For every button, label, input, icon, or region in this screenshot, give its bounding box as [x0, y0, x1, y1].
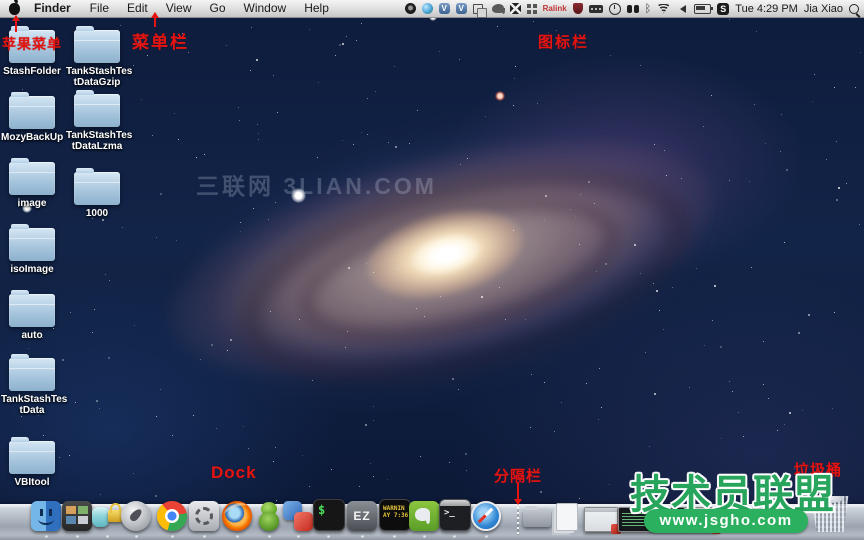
wifi-icon[interactable] — [657, 4, 670, 14]
webcam-icon[interactable] — [405, 3, 416, 14]
running-indicator — [360, 535, 365, 538]
folder-icon — [9, 294, 55, 327]
menu-bar: Finder File Edit View Go Window Help V V… — [0, 0, 864, 18]
binoculars-icon[interactable] — [627, 5, 632, 13]
shield-icon[interactable] — [573, 3, 583, 14]
dock-launchpad[interactable] — [121, 501, 151, 531]
dock-green-mascot-app[interactable] — [254, 501, 284, 531]
ralink-label[interactable]: Ralink — [543, 4, 567, 13]
running-indicator — [75, 535, 80, 538]
evernote-icon[interactable] — [492, 4, 504, 13]
dock-disk-lock-app[interactable] — [92, 501, 122, 531]
dock-chrome[interactable] — [157, 501, 187, 531]
desktop-folder-tankstashtestdata[interactable]: TankStashTes tData — [1, 358, 63, 416]
padlock-icon — [108, 510, 122, 522]
menu-view[interactable]: View — [157, 0, 201, 17]
annotation-arrow-down — [517, 482, 519, 504]
globe-icon[interactable] — [422, 3, 433, 14]
menu-help[interactable]: Help — [295, 0, 338, 17]
star-field — [0, 0, 864, 540]
folder-icon — [9, 358, 55, 391]
annotation-arrow-up — [15, 16, 17, 32]
dock-terminal[interactable]: >_ — [439, 499, 471, 531]
running-indicator — [202, 535, 207, 538]
dock-red-blue-app[interactable] — [283, 501, 313, 531]
battery-icon[interactable] — [694, 4, 711, 14]
volume-icon[interactable] — [676, 5, 686, 13]
dock-ez-app[interactable]: EZ — [347, 501, 377, 531]
dock-warning-terminal[interactable]: WARNIN AY 7:36 — [379, 499, 411, 531]
menu-window[interactable]: Window — [235, 0, 296, 17]
running-indicator — [422, 535, 427, 538]
desktop-folder-tankstashtestdatagzip[interactable]: TankStashTes tDataGzip — [66, 30, 128, 88]
folder-icon — [9, 96, 55, 129]
red-square — [294, 512, 313, 531]
running-indicator — [44, 535, 49, 538]
annotation-menu-bar: 菜单栏 — [132, 28, 189, 53]
keyboard-icon[interactable] — [589, 5, 603, 13]
dock-firefox[interactable] — [222, 501, 252, 531]
galaxy-wallpaper — [0, 0, 864, 540]
folder-icon — [9, 162, 55, 195]
folder-icon — [9, 441, 55, 474]
menu-clock[interactable]: Tue 4:29 PM — [735, 3, 798, 15]
running-indicator — [134, 535, 139, 538]
dock-minimized-window-1[interactable] — [584, 507, 618, 532]
annotation-arrow-up — [154, 13, 156, 27]
spotlight-icon[interactable] — [849, 4, 859, 14]
dock-finder[interactable] — [31, 501, 61, 531]
desktop-folder-mozybackup[interactable]: MozyBackUp — [1, 96, 63, 143]
desktop-folder-auto[interactable]: auto — [1, 294, 63, 341]
folder-icon — [74, 30, 120, 63]
running-indicator — [267, 535, 272, 538]
running-indicator — [170, 535, 175, 538]
dock-system-preferences[interactable] — [189, 501, 219, 531]
dock-safari[interactable] — [471, 501, 501, 531]
running-indicator — [296, 535, 301, 538]
dock-terminal-dollar[interactable]: $ — [313, 499, 345, 531]
desktop-folder-tankstashtestdatalzma[interactable]: TankStashTes tDataLzma — [66, 94, 128, 152]
folder-icon — [9, 228, 55, 261]
dock-downloads-folder[interactable] — [522, 501, 552, 531]
windows-icon[interactable] — [473, 4, 483, 14]
watermark-url: www.jsgho.com — [644, 509, 808, 533]
dock-separator — [517, 507, 519, 535]
menu-file[interactable]: File — [81, 0, 118, 17]
dock-documents-stack[interactable] — [551, 501, 581, 531]
bluetooth-icon[interactable]: ᛒ — [645, 3, 652, 14]
desktop-folder-vbitool[interactable]: VBItool — [1, 441, 63, 488]
running-indicator — [326, 535, 331, 538]
vpn-icon-2[interactable]: V — [456, 3, 467, 14]
folder-icon — [74, 172, 120, 205]
bright-star — [495, 91, 505, 101]
folder-icon — [74, 94, 120, 127]
running-indicator — [235, 535, 240, 538]
x-box-icon[interactable] — [510, 3, 521, 14]
dock-evernote[interactable] — [409, 501, 439, 531]
desktop-folder-image[interactable]: image — [1, 162, 63, 209]
desktop: 三联网 3LIAN.COM Finder File Edit View Go W… — [0, 0, 864, 540]
menu-finder[interactable]: Finder — [24, 0, 81, 17]
user-menu[interactable]: Jia Xiao — [804, 3, 843, 15]
running-indicator — [452, 535, 457, 538]
menu-go[interactable]: Go — [201, 0, 235, 17]
annotation-icon-bar: 图标栏 — [538, 31, 589, 52]
annotation-apple-menu: 苹果菜单 — [2, 34, 62, 54]
clock-icon[interactable] — [609, 3, 621, 15]
grid-icon[interactable] — [527, 4, 531, 8]
running-indicator — [392, 535, 397, 538]
running-indicator — [105, 535, 110, 538]
center-watermark: 三联网 3LIAN.COM — [196, 167, 437, 201]
desktop-folder-isoimage[interactable]: isoImage — [1, 228, 63, 275]
dock-screenshot-gallery[interactable] — [62, 501, 92, 531]
desktop-folder-1000[interactable]: 1000 — [66, 172, 128, 219]
annotation-dock: Dock — [211, 463, 257, 483]
running-indicator — [484, 535, 489, 538]
vpn-icon-1[interactable]: V — [439, 3, 450, 14]
s-badge-icon[interactable]: S — [717, 3, 729, 15]
